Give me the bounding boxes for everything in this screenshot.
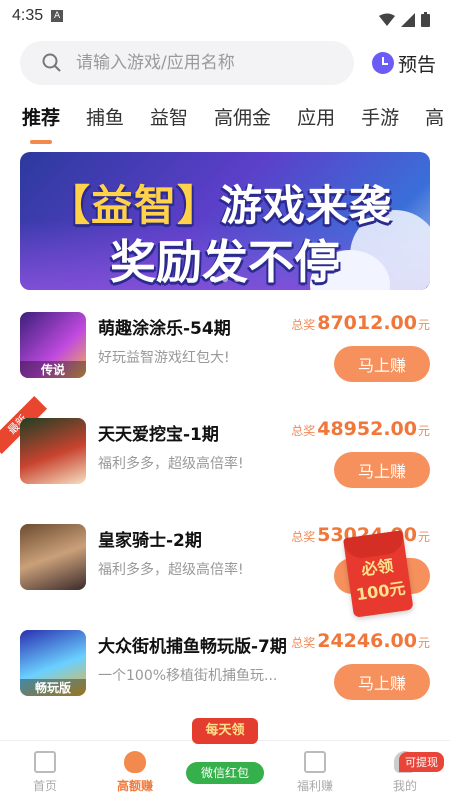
list-item[interactable]: 传说 萌趣涂涂乐-54期 好玩益智游戏红包大! 总奖 87012.00 元 马上… (0, 300, 450, 406)
status-time: 4:35 (12, 7, 44, 24)
tab-high-commission[interactable]: 高佣金 (214, 100, 271, 140)
prize-value: 48952.00 (317, 418, 417, 440)
tab-mobile-games[interactable]: 手游 (361, 100, 399, 140)
game-thumbnail: 畅玩版 (20, 630, 86, 696)
prize-label: 总奖 (291, 318, 316, 332)
battery-icon (421, 12, 430, 27)
prize-label: 总奖 (291, 530, 316, 544)
earn-now-button[interactable]: 马上赚 (334, 664, 430, 700)
prize-value: 87012.00 (317, 312, 417, 334)
pagination-dot (222, 276, 228, 282)
search-input[interactable] (76, 53, 316, 73)
banner-tag: 益智 (91, 181, 178, 230)
prize-label: 总奖 (291, 424, 316, 438)
preview-label: 预告 (397, 53, 436, 76)
banner-bracket: 【 (48, 181, 92, 230)
game-thumbnail: 传说 (20, 312, 86, 378)
thumbnail-tag: 畅玩版 (20, 679, 86, 696)
banner-bracket: 】 (177, 181, 221, 230)
floating-red-packet[interactable]: 必领 100元 (334, 523, 422, 621)
nav-home[interactable]: 首页 (0, 741, 90, 800)
tab-puzzle[interactable]: 益智 (150, 100, 188, 140)
earn-now-button[interactable]: 马上赚 (334, 346, 430, 382)
category-tabs: 推荐 捕鱼 益智 高佣金 应用 手游 高 (0, 100, 450, 146)
pagination-dot (234, 276, 240, 282)
list-item[interactable]: 最新 天天爱挖宝-1期 福利多多，超级高倍率! 总奖 48952.00 元 马上… (0, 396, 450, 512)
thumbnail-tag: 传说 (20, 361, 86, 378)
nav-high-earn[interactable]: 高额赚 (90, 741, 180, 800)
prize-unit: 元 (417, 424, 430, 438)
home-icon (34, 751, 56, 773)
promo-banner[interactable]: 【益智】游戏来袭 奖励发不停 (20, 152, 430, 290)
notification-a-icon: A (51, 10, 64, 22)
nav-label: 高额赚 (116, 779, 153, 793)
tab-more[interactable]: 高 (425, 100, 444, 140)
wechat-red-packet-button[interactable]: 每天领 微信红包 (186, 718, 264, 790)
prize-unit: 元 (417, 530, 430, 544)
nav-label: 福利赚 (296, 779, 333, 793)
daily-claim-label: 每天领 (192, 718, 258, 744)
game-thumbnail (20, 524, 86, 590)
tab-recommend[interactable]: 推荐 (22, 100, 60, 140)
status-bar: 4:35 A (0, 0, 450, 32)
prize-unit: 元 (417, 318, 430, 332)
nav-label: 首页 (32, 779, 57, 793)
prize-value: 24246.00 (317, 630, 417, 652)
banner-line1: 游戏来袭 (220, 181, 393, 230)
preview-button[interactable]: 预告 (371, 50, 436, 77)
wechat-red-packet-label: 微信红包 (186, 762, 264, 784)
list-item[interactable]: 畅玩版 大众街机捕鱼畅玩版-7期 一个100%移植街机捕鱼玩... 总奖 242… (0, 618, 450, 724)
prize-amount: 总奖 87012.00 元 (291, 312, 430, 334)
banner-pagination (210, 276, 240, 282)
withdraw-badge: 可提现 (399, 752, 444, 772)
tab-fishing[interactable]: 捕鱼 (86, 100, 124, 140)
earn-now-button[interactable]: 马上赚 (334, 452, 430, 488)
prize-label: 总奖 (291, 636, 316, 650)
prize-unit: 元 (417, 636, 430, 650)
nav-label: 我的 (392, 779, 417, 793)
gift-icon (304, 751, 326, 773)
game-thumbnail (20, 418, 86, 484)
alarm-clock-icon (371, 52, 394, 74)
search-icon (42, 53, 61, 72)
search-row: 预告 (0, 38, 450, 88)
signal-icon (401, 12, 415, 27)
pagination-dot (210, 276, 216, 282)
prize-amount: 总奖 24246.00 元 (291, 630, 430, 652)
money-bag-icon (124, 751, 146, 773)
nav-welfare[interactable]: 福利赚 (270, 741, 360, 800)
search-box[interactable] (20, 41, 354, 85)
tab-apps[interactable]: 应用 (297, 100, 335, 140)
game-list: 传说 萌趣涂涂乐-54期 好玩益智游戏红包大! 总奖 87012.00 元 马上… (0, 300, 450, 724)
prize-amount: 总奖 48952.00 元 (291, 418, 430, 440)
status-icons (379, 12, 430, 27)
banner-headline: 【益智】游戏来袭 (48, 172, 392, 233)
wifi-icon (379, 13, 395, 26)
